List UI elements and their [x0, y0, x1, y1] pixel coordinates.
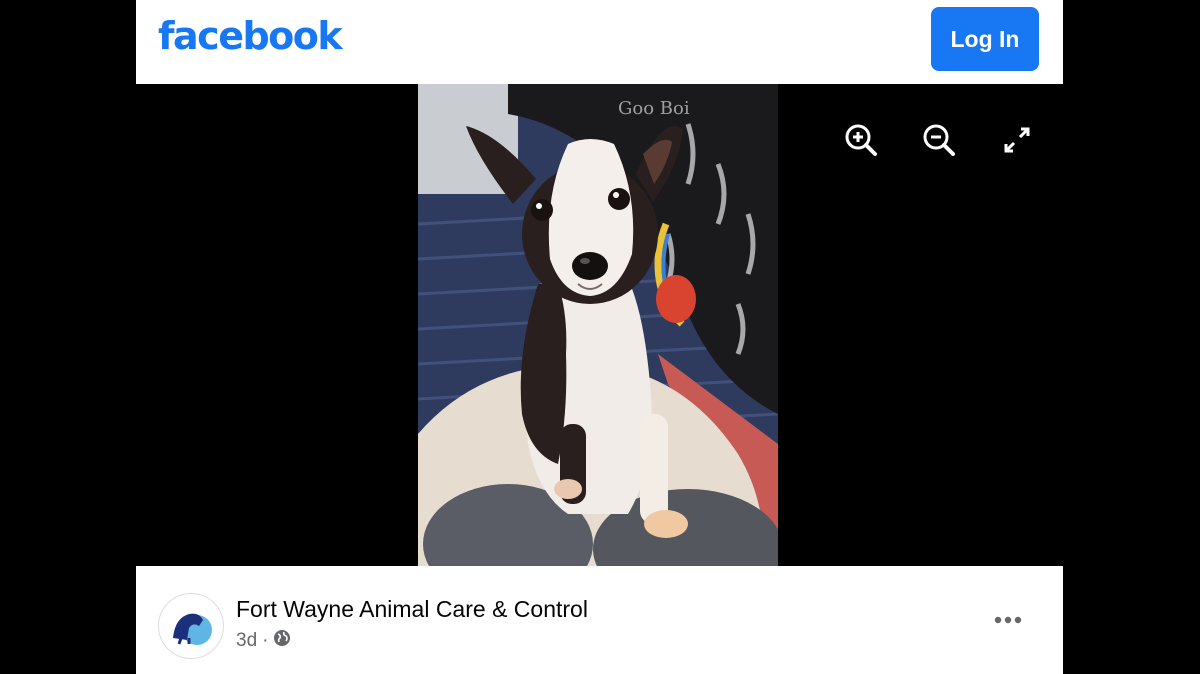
photo-viewer: Goo Boi	[136, 84, 1063, 566]
facebook-photo-page: facebook Log In Goo Boi Fort Wayne Anima…	[136, 0, 1063, 674]
page-name-link[interactable]: Fort Wayne Animal Care & Control	[236, 596, 588, 623]
post-meta: 3d ·	[236, 629, 291, 653]
fullscreen-icon[interactable]	[997, 120, 1037, 160]
page-avatar[interactable]	[158, 593, 224, 659]
login-button[interactable]: Log In	[931, 7, 1039, 71]
post-footer: Fort Wayne Animal Care & Control 3d ·	[136, 566, 1063, 674]
facebook-logo[interactable]: facebook	[158, 14, 343, 58]
zoom-out-icon[interactable]	[919, 120, 959, 160]
top-bar: facebook Log In	[136, 0, 1063, 84]
zoom-in-icon[interactable]	[841, 120, 881, 160]
meta-separator: ·	[262, 630, 269, 651]
post-time[interactable]: 3d	[236, 630, 257, 652]
svg-text:Goo Boi: Goo Boi	[618, 98, 690, 119]
more-options-icon[interactable]	[992, 608, 1024, 632]
post-photo[interactable]: Goo Boi	[418, 84, 778, 566]
globe-icon[interactable]	[273, 629, 291, 653]
